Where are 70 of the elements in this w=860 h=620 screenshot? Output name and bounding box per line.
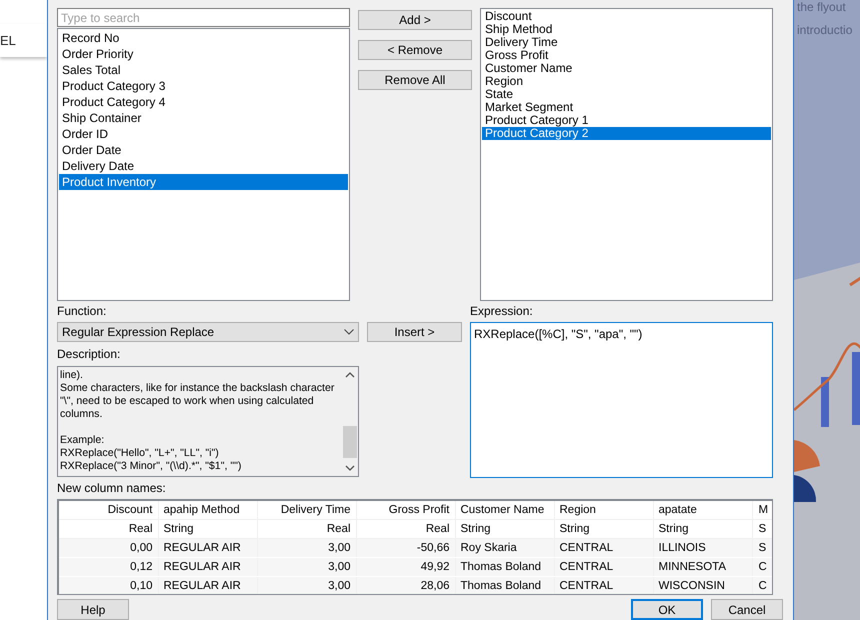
list-item[interactable]: Product Category 3 [59, 78, 348, 94]
column-header: Discount [59, 501, 158, 520]
table-cell: REGULAR AIR [158, 558, 257, 577]
chevron-down-icon [344, 329, 354, 336]
list-item[interactable]: State [482, 88, 771, 101]
column-header: Delivery Time [257, 501, 356, 520]
table-cell: Thomas Boland [455, 558, 554, 577]
card-label: EL [0, 33, 16, 48]
table-cell: WISCONSIN [653, 576, 752, 594]
table-cell: REGULAR AIR [158, 576, 257, 594]
table-cell: Roy Skaria [455, 538, 554, 558]
list-item[interactable]: Product Category 4 [59, 94, 348, 110]
list-item[interactable]: Delivery Date [59, 158, 348, 174]
table-cell: 3,00 [257, 558, 356, 577]
dialog-button[interactable]: OK [631, 599, 703, 620]
list-item[interactable]: Order Priority [59, 46, 348, 62]
list-item[interactable]: Customer Name [482, 62, 771, 75]
column-header: Customer Name [455, 501, 554, 520]
table-cell: MINNESOTA [653, 558, 752, 577]
table-cell: 0,10 [59, 576, 158, 594]
table-cell: 3,00 [257, 538, 356, 558]
column-header: apatate [653, 501, 752, 520]
background-text: the flyout [797, 0, 846, 14]
table-cell: C [752, 558, 772, 577]
background-text: introductio [797, 23, 852, 37]
list-item[interactable]: Ship Container [59, 110, 348, 126]
table-cell: ILLINOIS [653, 538, 752, 558]
table-cell: CENTRAL [554, 558, 653, 577]
table-cell: 0,00 [59, 538, 158, 558]
column-header: apahip Method [158, 501, 257, 520]
list-item[interactable]: Record No [59, 30, 348, 46]
description-label: Description: [57, 348, 122, 362]
insert-button[interactable]: Insert > [367, 322, 462, 342]
list-item[interactable]: Gross Profit [482, 49, 771, 62]
table-cell: 49,92 [356, 558, 455, 577]
table-cell: 3,00 [257, 576, 356, 594]
move-button[interactable]: Remove All [358, 70, 472, 90]
move-button[interactable]: Add > [358, 10, 472, 30]
function-dropdown[interactable]: Regular Expression Replace [57, 322, 359, 342]
list-item[interactable]: Delivery Time [482, 36, 771, 49]
table-cell: Thomas Boland [455, 576, 554, 594]
move-button[interactable]: < Remove [358, 40, 472, 60]
description-text: line). Some characters, like for instance the backslash character "\", need to be escaped to work when using calculated columns. Example: RXReplace("Hello", "L+", "LL", "i") RXReplace("3 Minor", "(\\d).*", "$1", "") [59, 368, 336, 474]
list-item[interactable]: Region [482, 75, 771, 88]
list-item[interactable]: Order Date [59, 142, 348, 158]
table-cell: 28,06 [356, 576, 455, 594]
table-cell: REGULAR AIR [158, 538, 257, 558]
search-field[interactable]: Type to search [57, 8, 350, 27]
list-item[interactable]: Order ID [59, 126, 348, 142]
table-cell: CENTRAL [554, 576, 653, 594]
column-header: Gross Profit [356, 501, 455, 520]
column-header: M [752, 501, 772, 520]
list-item[interactable]: Market Segment [482, 101, 771, 114]
list-item[interactable]: Discount [482, 10, 771, 23]
function-label: Function: [57, 305, 108, 318]
new-column-names-label: New column names: [57, 482, 167, 496]
table-cell: 0,12 [59, 558, 158, 577]
dialog-button[interactable]: Cancel [711, 599, 783, 620]
list-item[interactable]: Product Inventory [59, 174, 348, 190]
table-cell: -50,66 [356, 538, 455, 558]
list-item[interactable]: Ship Method [482, 23, 771, 36]
list-item[interactable]: Product Category 1 [482, 114, 771, 127]
table-cell: CENTRAL [554, 538, 653, 558]
dialog-button[interactable]: Help [57, 599, 129, 620]
expression-field[interactable]: RXReplace([%C], "S", "apa", "") [470, 322, 773, 478]
list-item[interactable]: Product Category 2 [482, 127, 771, 140]
column-header: Region [554, 501, 653, 520]
list-item[interactable]: Sales Total [59, 62, 348, 78]
expression-label: Expression: [470, 305, 534, 318]
table-cell: S [752, 538, 772, 558]
